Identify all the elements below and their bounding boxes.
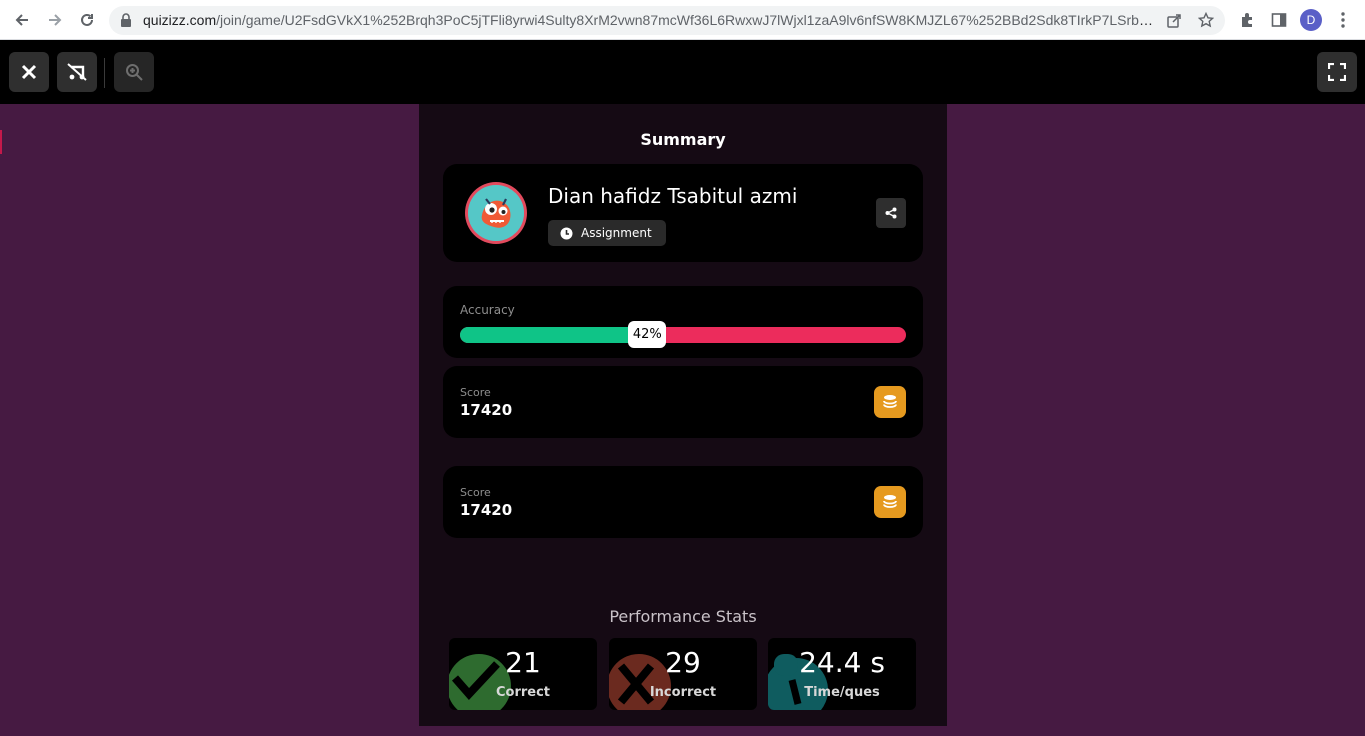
browser-toolbar: quizizz.com/join/game/U2FsdGVkX1%252Brqh… xyxy=(0,0,1365,40)
lock-icon xyxy=(121,13,131,27)
score-label: Score xyxy=(460,386,491,399)
coins-icon xyxy=(883,495,897,508)
stat-value: 21 xyxy=(505,646,541,679)
reload-icon[interactable] xyxy=(75,8,99,32)
score-label: Score xyxy=(460,486,491,499)
performance-stats-title: Performance Stats xyxy=(609,607,757,626)
accuracy-percent-badge: 42% xyxy=(628,321,667,348)
bookmark-star-icon[interactable] xyxy=(1197,11,1215,29)
stat-value: 29 xyxy=(665,646,701,679)
share-page-icon[interactable] xyxy=(1165,11,1183,29)
fullscreen-button[interactable] xyxy=(1317,52,1357,92)
coins-button[interactable] xyxy=(874,386,906,418)
side-panel-icon[interactable] xyxy=(1268,9,1290,31)
accuracy-bar-fill xyxy=(460,327,648,343)
share-icon xyxy=(885,207,897,219)
accuracy-card: Accuracy 42% xyxy=(443,286,923,358)
stat-value: 24.4 s xyxy=(799,646,885,679)
summary-panel: Summary Dian hafidz Tsabitul azmi Assign… xyxy=(419,104,947,726)
score-value: 17420 xyxy=(460,401,513,419)
score-card: Score 17420 xyxy=(443,366,923,438)
extensions-icon[interactable] xyxy=(1236,9,1258,31)
game-top-bar xyxy=(0,40,1365,104)
coins-button[interactable] xyxy=(874,486,906,518)
player-name: Dian hafidz Tsabitul azmi xyxy=(548,184,798,208)
url-text: quizizz.com/join/game/U2FsdGVkX1%252Brqh… xyxy=(143,12,1153,28)
address-bar[interactable]: quizizz.com/join/game/U2FsdGVkX1%252Brqh… xyxy=(109,6,1225,35)
share-button[interactable] xyxy=(876,198,906,228)
summary-title: Summary xyxy=(640,130,726,149)
music-off-icon xyxy=(67,63,87,81)
close-button[interactable] xyxy=(9,52,49,92)
stat-label: Incorrect xyxy=(649,685,717,700)
back-icon[interactable] xyxy=(10,8,34,32)
score-card: Score 17420 xyxy=(443,466,923,538)
accuracy-label: Accuracy xyxy=(460,303,515,317)
profile-avatar[interactable]: D xyxy=(1300,9,1322,31)
menu-kebab-icon[interactable] xyxy=(1332,9,1354,31)
stat-time: 24.4 s Time/ques xyxy=(768,638,916,710)
toolbar-divider xyxy=(104,58,105,88)
mute-music-button[interactable] xyxy=(57,52,97,92)
forward-icon[interactable] xyxy=(43,8,67,32)
player-card: Dian hafidz Tsabitul azmi Assignment xyxy=(443,164,923,262)
stat-incorrect: 29 Incorrect xyxy=(609,638,757,710)
mode-label: Assignment xyxy=(581,226,652,240)
close-icon xyxy=(21,64,37,80)
zoom-in-icon xyxy=(126,64,143,81)
zoom-button[interactable] xyxy=(114,52,154,92)
monster-avatar-icon xyxy=(468,185,524,241)
stat-label: Time/ques xyxy=(804,685,880,700)
score-value: 17420 xyxy=(460,501,513,519)
avatar xyxy=(465,182,527,244)
coins-icon xyxy=(883,395,897,408)
accuracy-bar xyxy=(460,327,906,343)
fullscreen-icon xyxy=(1328,63,1346,81)
clock-icon xyxy=(560,227,573,239)
stat-correct: 21 Correct xyxy=(449,638,597,710)
stat-label: Correct xyxy=(495,685,551,700)
mode-badge: Assignment xyxy=(548,220,666,246)
edge-accent xyxy=(0,130,2,154)
